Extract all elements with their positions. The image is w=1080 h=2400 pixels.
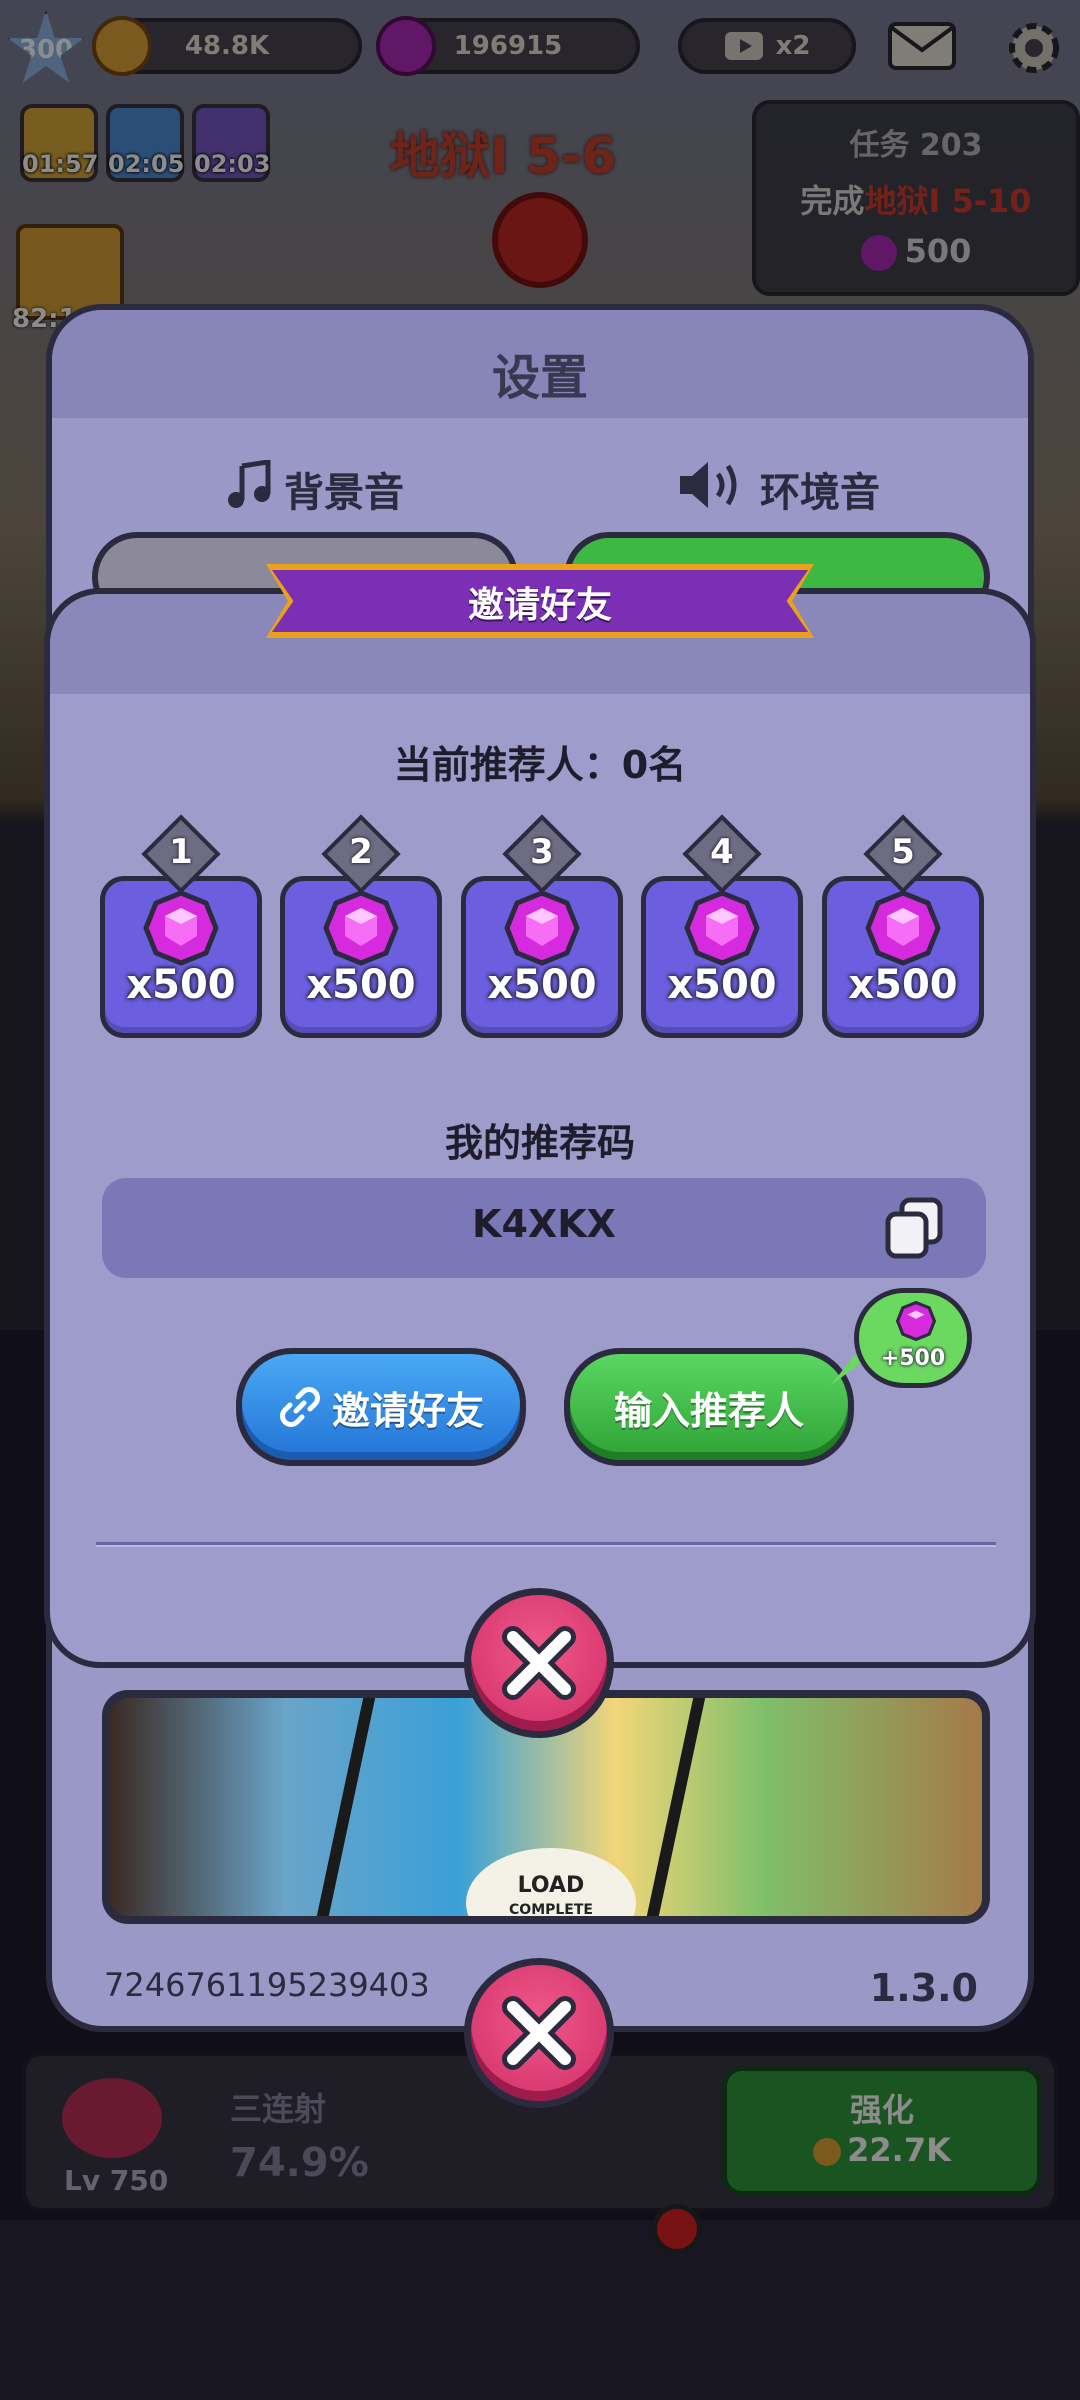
reward-index: 3 — [530, 832, 554, 872]
reward-index: 4 — [710, 832, 734, 872]
settings-title: 设置 — [491, 350, 588, 406]
gem-icon — [323, 890, 399, 966]
version-label: 1.3.0 — [869, 1966, 978, 2010]
bonus-bubble — [854, 1288, 972, 1388]
gem-icon — [865, 890, 941, 966]
copy-icon[interactable] — [882, 1196, 946, 1260]
referral-code-title: 我的推荐码 — [444, 1121, 635, 1165]
reward-amount: x500 — [667, 962, 777, 1008]
invite-close-button[interactable] — [464, 1588, 614, 1738]
settings-close-button[interactable] — [464, 1958, 614, 2108]
reward-amount: x500 — [306, 962, 416, 1008]
enter-referrer-button[interactable]: 输入推荐人 — [564, 1348, 854, 1466]
invite-friend-label: 邀请好友 — [331, 1388, 484, 1433]
invite-title-ribbon: 邀请好友 — [266, 564, 814, 638]
bgm-label: 背景音 — [284, 470, 404, 516]
ad-load-badge: LOAD COMPLETE — [466, 1848, 636, 1918]
ambient-label: 环境音 — [760, 470, 880, 516]
gem-icon — [143, 890, 219, 966]
referral-code: K4XKX — [472, 1202, 616, 1246]
bonus-amount: +500 — [880, 1346, 946, 1371]
reward-index: 5 — [891, 832, 915, 872]
reward-index: 1 — [169, 832, 193, 872]
reward-amount: x500 — [487, 962, 597, 1008]
invite-title: 邀请好友 — [467, 585, 612, 626]
gem-icon — [896, 1301, 936, 1341]
reward-index: 2 — [349, 832, 373, 872]
close-icon — [502, 1996, 576, 2070]
invite-friend-button[interactable]: 邀请好友 — [236, 1348, 526, 1466]
music-note-icon — [228, 460, 271, 508]
gem-icon — [504, 890, 580, 966]
gem-icon — [684, 890, 760, 966]
referrer-count: 当前推荐人：0名 — [393, 743, 687, 787]
reward-amount: x500 — [848, 962, 958, 1008]
player-id[interactable]: 7246761195239403 — [104, 1966, 430, 2004]
enter-referrer-label: 输入推荐人 — [613, 1388, 804, 1433]
invite-dialog: 当前推荐人：0名 1 2 3 4 5 x500 x500 x500 x500 x… — [44, 588, 1036, 1668]
close-icon — [502, 1626, 576, 1700]
speaker-icon — [680, 462, 737, 508]
divider — [96, 1542, 996, 1547]
link-icon — [280, 1387, 320, 1427]
referral-code-field: K4XKX — [102, 1178, 986, 1278]
ad-badge-line1: LOAD — [517, 1873, 585, 1898]
reward-amount: x500 — [126, 962, 236, 1008]
ad-badge-line2: COMPLETE — [509, 1902, 593, 1918]
